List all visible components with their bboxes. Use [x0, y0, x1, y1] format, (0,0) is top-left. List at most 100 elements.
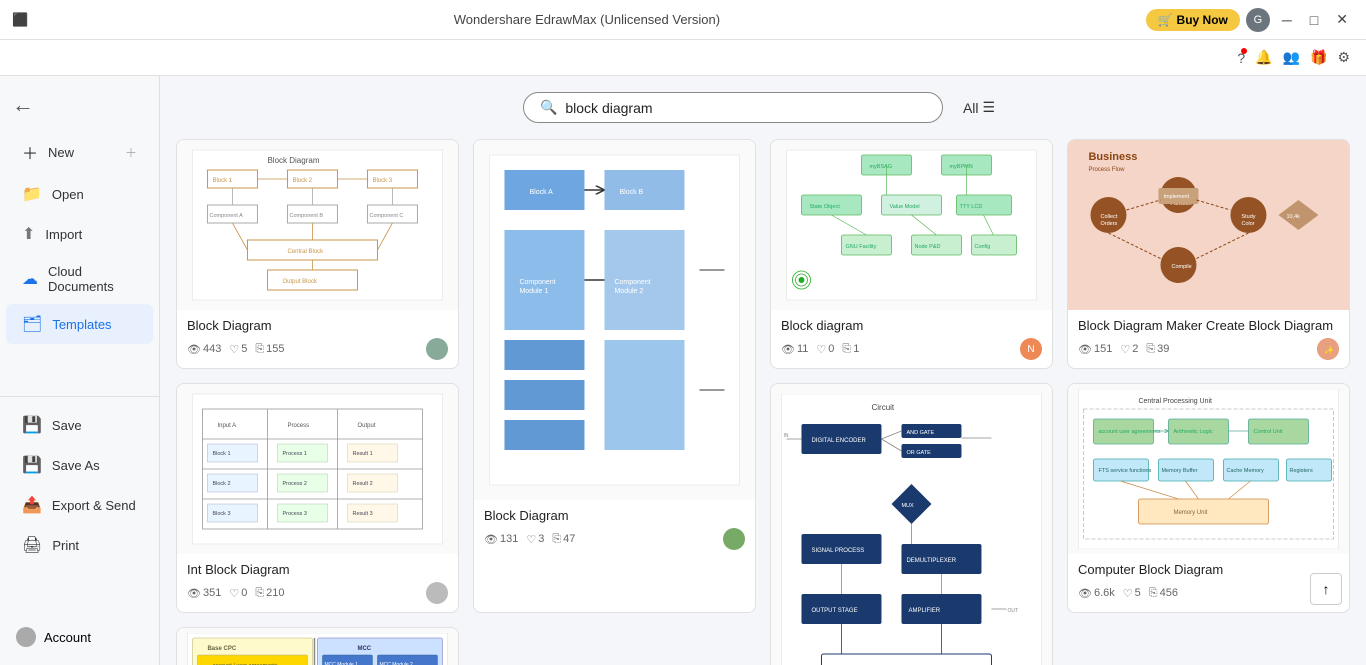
- search-icon: 🔍: [540, 99, 557, 116]
- new-plus-icon: ＋: [125, 144, 137, 161]
- card-business-block-diagram[interactable]: Business Process Flow Collect Orders Ide…: [1067, 139, 1350, 369]
- views-stat-3: 👁 11: [781, 343, 808, 356]
- sidebar-item-print[interactable]: 🖨 Print: [6, 525, 153, 565]
- sidebar-item-open[interactable]: 📁 Open: [6, 174, 153, 214]
- card-stats-1: 👁 443 ♡ 5 ⎘ 155: [187, 338, 448, 360]
- card-mcu-block-diagram[interactable]: Base CPC MCC account / user agreements C…: [176, 627, 459, 665]
- card-circuit-block-diagram[interactable]: Circuit DIGITAL ENCODER AND GATE OR GATE…: [770, 383, 1053, 665]
- sidebar-item-templates[interactable]: 🗂 Templates: [6, 304, 153, 344]
- card-avatar-3: N: [1020, 338, 1042, 360]
- views-stat-5: 👁 351: [187, 587, 221, 600]
- card-image-6: Circuit DIGITAL ENCODER AND GATE OR GATE…: [771, 384, 1052, 665]
- sidebar-item-new[interactable]: ＋ New ＋: [6, 130, 153, 174]
- likes-stat-1: ♡ 5: [229, 343, 247, 356]
- card-computer-block-diagram[interactable]: Central Processing Unit account user agr…: [1067, 383, 1350, 613]
- help-icon[interactable]: ?: [1237, 50, 1245, 66]
- svg-text:account user agreements: account user agreements: [1099, 429, 1161, 435]
- saveas-icon: 💾: [22, 455, 42, 475]
- copies-stat-1: ⎘ 155: [255, 343, 284, 356]
- sidebar-item-import[interactable]: ⬆ Import: [6, 214, 153, 254]
- svg-text:Result 1: Result 1: [353, 451, 373, 457]
- svg-text:Result 2: Result 2: [353, 481, 373, 487]
- back-button[interactable]: ←: [12, 92, 34, 118]
- svg-text:TTY LCD: TTY LCD: [960, 204, 983, 210]
- user-avatar: G: [1246, 8, 1270, 32]
- likes-stat-5: ♡ 0: [229, 587, 247, 600]
- svg-text:Study: Study: [1242, 214, 1256, 220]
- content-area: 🔍 All ☰ Block Diagram Block 1: [160, 76, 1366, 665]
- copies-stat-4: ⎘ 39: [1146, 343, 1169, 356]
- search-bar: 🔍: [523, 92, 943, 123]
- card-title-3: Block diagram: [781, 318, 1042, 333]
- buy-now-button[interactable]: 🛒 Buy Now: [1146, 9, 1240, 31]
- card-int-block-diagram[interactable]: Input A Process Output Block 1 Process 1…: [176, 383, 459, 613]
- card-info-1: Block Diagram 👁 443 ♡ 5: [177, 310, 458, 368]
- svg-text:State Object: State Object: [810, 204, 841, 210]
- svg-text:Cache Memory: Cache Memory: [1227, 468, 1265, 474]
- svg-text:Memory Unit: Memory Unit: [1174, 510, 1208, 516]
- all-filter-button[interactable]: All ☰: [955, 95, 1003, 120]
- sidebar-item-cloud[interactable]: ☁ Cloud Documents: [6, 254, 153, 304]
- search-container: 🔍 All ☰: [176, 92, 1350, 123]
- sidebar-item-export[interactable]: 📤 Export & Send: [6, 485, 153, 525]
- copies-stat-3: ⎘ 1: [842, 343, 859, 356]
- card-block-diagram-3[interactable]: myBSAG myBPMN State Object Value Model T…: [770, 139, 1053, 369]
- card-image-7: Central Processing Unit account user agr…: [1068, 384, 1349, 554]
- sidebar-item-saveas[interactable]: 💾 Save As: [6, 445, 153, 485]
- card-stats-3: 👁 11 ♡ 0 ⎘ 1 N: [781, 338, 1042, 360]
- svg-text:Control Unit: Control Unit: [1254, 429, 1284, 435]
- svg-text:Output: Output: [358, 423, 376, 429]
- block-diagram-svg-4: Business Process Flow Collect Orders Ide…: [1075, 145, 1342, 305]
- svg-text:Collect: Collect: [1101, 214, 1118, 220]
- card-info-7: Computer Block Diagram 👁 6.6k ♡ 5: [1068, 554, 1349, 612]
- svg-text:Component A: Component A: [210, 213, 244, 219]
- card-image-3: myBSAG myBPMN State Object Value Model T…: [771, 140, 1052, 310]
- card-image-4: Business Process Flow Collect Orders Ide…: [1068, 140, 1349, 310]
- main-area: ← ＋ New ＋ 📁 Open ⬆ Import ☁ Cloud Docume…: [0, 76, 1366, 665]
- views-stat-1: 👁 443: [187, 343, 221, 356]
- svg-text:Block 1: Block 1: [213, 451, 231, 457]
- account-section[interactable]: Account: [0, 617, 159, 657]
- bell-icon[interactable]: 🔔: [1255, 49, 1272, 66]
- title-bar-left: ⬛: [12, 12, 28, 28]
- close-button[interactable]: ✕: [1330, 9, 1354, 30]
- svg-text:DIGITAL ENCODER: DIGITAL ENCODER: [812, 438, 867, 444]
- app-title: Wondershare EdrawMax (Unlicensed Version…: [454, 12, 720, 27]
- settings-icon[interactable]: ⚙: [1337, 49, 1350, 66]
- menu-icon: ☰: [983, 99, 996, 116]
- svg-text:Memory Buffer: Memory Buffer: [1162, 468, 1198, 474]
- svg-text:Component C: Component C: [370, 213, 404, 219]
- card-info-3: Block diagram 👁 11 ♡ 0: [771, 310, 1052, 368]
- card-avatar-4: ✨: [1317, 338, 1339, 360]
- minimize-button[interactable]: ─: [1276, 10, 1298, 30]
- svg-text:Process 2: Process 2: [283, 481, 307, 487]
- team-icon[interactable]: 👥: [1283, 49, 1300, 66]
- sidebar-item-save[interactable]: 💾 Save: [6, 405, 153, 445]
- svg-text:Block 3: Block 3: [373, 178, 393, 184]
- maximize-button[interactable]: □: [1304, 10, 1324, 30]
- card-block-diagram-2[interactable]: Block A Block B Component Module 1 Compo…: [473, 139, 756, 613]
- save-icon: 💾: [22, 415, 42, 435]
- export-icon: 📤: [22, 495, 42, 515]
- card-block-diagram-1[interactable]: Block Diagram Block 1 Block 2 Block 3 Co…: [176, 139, 459, 369]
- svg-text:Component: Component: [615, 279, 651, 286]
- svg-text:Central Block: Central Block: [288, 249, 325, 255]
- gift-icon[interactable]: 🎁: [1310, 49, 1327, 66]
- card-stats-5: 👁 351 ♡ 0 ⎘ 210: [187, 582, 448, 604]
- search-input[interactable]: [565, 100, 926, 116]
- toolbar-row: ? 🔔 👥 🎁 ⚙: [0, 40, 1366, 76]
- svg-text:Module 1: Module 1: [520, 288, 549, 295]
- svg-text:AMPLIFIER: AMPLIFIER: [909, 608, 941, 614]
- svg-text:Central Processing Unit: Central Processing Unit: [1139, 398, 1213, 405]
- svg-text:Registers: Registers: [1290, 468, 1313, 474]
- card-title-4: Block Diagram Maker Create Block Diagram: [1078, 318, 1339, 333]
- svg-text:DEMULTIPLEXER: DEMULTIPLEXER: [907, 558, 957, 564]
- svg-text:Block 2: Block 2: [293, 178, 313, 184]
- svg-text:Component B: Component B: [290, 213, 324, 219]
- likes-stat-2: ♡ 3: [526, 533, 544, 546]
- svg-text:AND GATE: AND GATE: [907, 430, 935, 436]
- notification-dot: [1241, 48, 1247, 54]
- likes-stat-4: ♡ 2: [1120, 343, 1138, 356]
- circuit-svg: Circuit DIGITAL ENCODER AND GATE OR GATE…: [778, 394, 1045, 665]
- scroll-to-top-button[interactable]: ↑: [1310, 573, 1342, 605]
